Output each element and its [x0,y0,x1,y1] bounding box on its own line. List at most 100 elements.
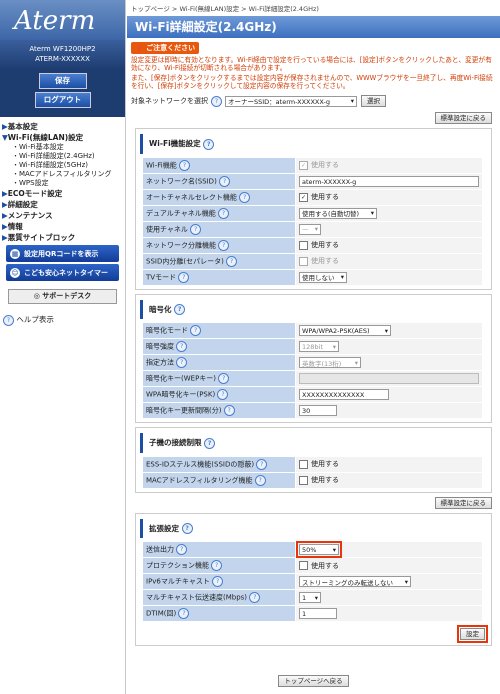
select-value: — [302,225,309,233]
table-row: 暗号化キー(WEPキー) ? [142,370,483,387]
set-button[interactable]: 設定 [457,625,488,643]
dual-channel-select[interactable]: 使用する(自動切替) ▾ [299,207,377,219]
encryption-mode-select[interactable]: WPA/WPA2-PSK(AES) ▾ [299,325,391,336]
auto-channel-checkbox[interactable]: ✓ 使用する [295,188,483,206]
nav-sub-wifi-basic[interactable]: ・Wi-Fi基本設定 [2,143,125,152]
mac-filter-checkbox[interactable]: 使用する [295,471,483,489]
dtim-input[interactable]: 1 [299,608,337,619]
ipv6-multicast-select[interactable]: ストリーミングのみ転送しない ▾ [299,576,411,587]
label-text: オートチャネルセレクト機能 [146,193,237,201]
help-icon[interactable]: ? [226,255,238,267]
section-title: 子機の接続制限 [149,438,202,447]
restore-default-button[interactable]: 標準設定に戻る [434,496,492,509]
help-link[interactable]: ? ヘルプ表示 [3,314,122,326]
help-icon[interactable]: ? [219,175,231,187]
select-button[interactable]: 選択 [361,95,386,107]
help-icon[interactable]: ? [190,223,202,235]
key-interval-input[interactable]: 30 [299,405,337,416]
row-value: 使用しない ▾ [295,268,483,286]
tx-power-select[interactable]: 50% ▾ [296,541,342,558]
table-row: Wi-Fi機能 ? ✓ 使用する [142,156,483,174]
nav-label: メンテナンス [7,211,53,220]
nav-sub-mac[interactable]: ・MACアドレスフィルタリング [2,170,125,179]
label-text: ネットワーク分離機能 [146,241,216,249]
stealth-checkbox[interactable]: 使用する [295,455,483,473]
nav-maintenance[interactable]: ▶メンテナンス [2,210,125,221]
network-separation-checkbox[interactable]: 使用する [295,236,483,254]
protection-checkbox[interactable]: 使用する [295,557,483,574]
help-icon[interactable]: ? [249,592,261,603]
help-icon[interactable]: ? [190,325,202,336]
target-network-select[interactable]: オーナーSSID：aterm-XXXXXX-g ▾ [225,95,357,107]
support-desk-button[interactable]: ◎ サポートデスク [8,289,117,304]
nav-sub-wifi-24[interactable]: ・Wi-Fi詳細設定(2.4GHz) [2,152,125,161]
ssid-input[interactable]: aterm-XXXXXX-g [299,175,479,187]
row-label: TVモード ? [142,268,296,286]
nav-block[interactable]: ▶悪質サイトブロック [2,232,125,243]
nav-wifi[interactable]: ▼Wi-Fi(無線LAN)設定 [2,132,125,143]
table-row: MACアドレスフィルタリング機能 ? 使用する [142,471,483,489]
psk-input[interactable]: XXXXXXXXXXXXXX [299,389,389,400]
encryption-table: 暗号化モード ? WPA/WPA2-PSK(AES) ▾ 暗号強度 ? 128bit ▾… [142,322,483,419]
help-icon[interactable]: ? [176,357,188,368]
extended-section: 拡張設定 ? 送信出力 ? 50% ▾ プロテクション機能 ? 使用する IPv6マル… [135,512,492,646]
nav-sub-wifi-5[interactable]: ・Wi-Fi詳細設定(5GHz) [2,161,125,170]
save-button[interactable]: 保存 [38,73,87,89]
help-icon[interactable]: ? [217,207,229,219]
help-icon[interactable]: ? [181,523,193,534]
bottom-bar: トップページへ戻る [127,675,500,687]
help-icon[interactable]: ? [239,191,251,203]
row-value: 1 [295,605,483,622]
nav-eco[interactable]: ▶ECOモード設定 [2,188,125,199]
nav-basic[interactable]: ▶基本設定 [2,121,125,132]
help-icon[interactable]: ? [211,560,223,571]
multicast-rate-select[interactable]: 1 ▾ [299,592,321,603]
ssid-separator-checkbox: 使用する [295,252,483,270]
row-label: 指定方法 ? [142,354,296,371]
nav-detail[interactable]: ▶詳細設定 [2,199,125,210]
target-network-row: 対象ネットワークを選択 ? オーナーSSID：aterm-XXXXXX-g ▾ 選… [131,95,496,107]
table-row: マルチキャスト伝送速度(Mbps) ? 1 ▾ [142,589,483,606]
nav-info[interactable]: ▶情報 [2,221,125,232]
restore-default-button[interactable]: 標準設定に戻る [434,112,492,124]
help-icon[interactable]: ? [176,341,188,352]
logout-button[interactable]: ログアウト [34,92,91,108]
select-value: 128bit [302,342,323,351]
help-icon[interactable]: ? [223,405,235,416]
connection-restriction-section: 子機の接続制限 ? ESS-IDステルス機能(SSIDの隠蔽) ? 使用する MA… [135,427,492,493]
help-icon[interactable]: ? [174,304,186,315]
wep-key-input[interactable] [299,373,479,384]
help-icon[interactable]: ? [211,95,222,107]
help-icon[interactable]: ? [212,576,224,587]
nav-label: 基本設定 [7,122,38,131]
help-icon[interactable]: ? [256,458,268,470]
table-row: ネットワーク分離機能 ? 使用する [142,236,483,254]
help-icon[interactable]: ? [178,271,190,283]
help-icon[interactable]: ? [203,138,215,150]
help-icon[interactable]: ? [176,544,188,555]
label-text: 暗号化キー(WEPキー) [146,374,217,383]
row-value: — ▾ [295,220,483,238]
help-icon[interactable]: ? [218,373,230,384]
row-label: SSID内分離(セパレータ) ? [142,252,296,270]
key-method-select[interactable]: 英数字(13桁) ▾ [299,357,361,368]
section-title: Wi-Fi機能設定 [149,139,201,148]
help-icon[interactable]: ? [217,389,229,400]
channel-select[interactable]: — ▾ [299,223,321,235]
timer-button[interactable]: ☺ こども安心ネットタイマー [6,264,119,281]
back-to-top-button[interactable]: トップページへ戻る [278,675,349,687]
tv-mode-select[interactable]: 使用しない ▾ [299,271,347,283]
label-text: 指定方法 [146,358,174,367]
row-label: 暗号化モード ? [142,322,296,339]
help-icon[interactable]: ? [204,437,216,449]
help-icon[interactable]: ? [178,608,190,619]
row-label: オートチャネルセレクト機能 ? [142,188,296,206]
nav-sub-wps[interactable]: ・WPS設定 [2,179,125,188]
help-icon[interactable]: ? [218,239,230,251]
row-label: 送信出力 ? [142,541,296,558]
help-icon[interactable]: ? [254,474,266,486]
help-icon[interactable]: ? [178,159,190,171]
qr-code-button[interactable]: ▦ 設定用QRコードを表示 [6,245,119,262]
encryption-strength-select[interactable]: 128bit ▾ [299,341,339,352]
wifi-function-section: Wi-Fi機能設定 ? Wi-Fi機能 ? ✓ 使用する ネットワーク名(SSID)… [135,128,492,290]
